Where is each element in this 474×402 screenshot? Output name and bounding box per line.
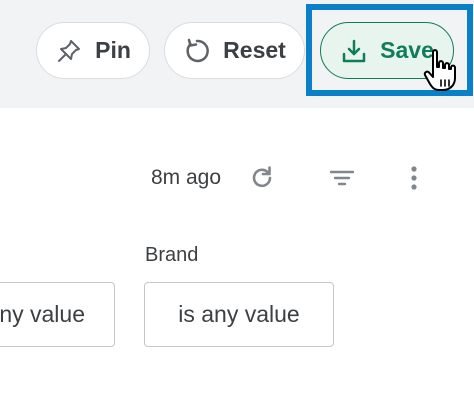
brand-filter-value-box[interactable]: is any value bbox=[144, 282, 334, 347]
last-run-time: 8m ago bbox=[151, 166, 222, 189]
pin-button[interactable]: Pin bbox=[36, 22, 150, 79]
reset-button[interactable]: Reset bbox=[164, 22, 305, 79]
more-options-icon[interactable] bbox=[398, 162, 430, 194]
save-button-label: Save bbox=[380, 37, 434, 63]
download-icon bbox=[340, 37, 368, 65]
save-button[interactable]: Save bbox=[320, 22, 454, 79]
refresh-icon[interactable] bbox=[246, 162, 278, 194]
filter-value-box[interactable]: is any value bbox=[0, 282, 115, 347]
filter-value-text: is any value bbox=[0, 301, 85, 327]
pin-button-label: Pin bbox=[95, 37, 131, 63]
brand-filter-value-text: is any value bbox=[178, 301, 300, 327]
top-toolbar: Pin Reset Save bbox=[0, 0, 474, 108]
reset-button-label: Reset bbox=[223, 37, 286, 63]
brand-filter-label: Brand bbox=[145, 244, 199, 266]
reset-icon bbox=[183, 37, 211, 65]
filter-icon[interactable] bbox=[326, 162, 358, 194]
pin-icon bbox=[55, 37, 83, 65]
